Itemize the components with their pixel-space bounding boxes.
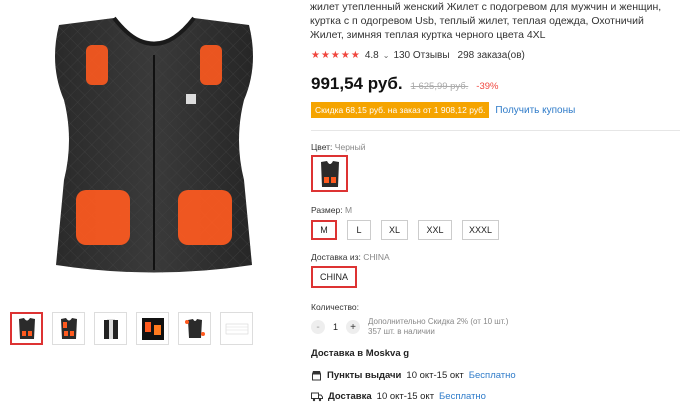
- old-price: 1 625,99 руб.: [410, 81, 469, 92]
- ship-label: Доставка из:: [311, 252, 361, 262]
- size-option-xl[interactable]: XL: [381, 220, 408, 240]
- size-value: M: [344, 205, 353, 215]
- color-option-black[interactable]: [311, 155, 348, 192]
- bulk-discount-note: Дополнительно Скидка 2% (от 10 шт.): [368, 317, 509, 326]
- pickup-price: Бесплатно: [468, 370, 516, 381]
- quantity-label: Количество:: [311, 302, 360, 312]
- thumbnail-2[interactable]: [52, 312, 85, 345]
- discount-badge: -39%: [476, 81, 499, 92]
- color-label-row: Цвет: Черный: [311, 142, 365, 152]
- star-rating-icon: ★★★★★: [311, 50, 361, 61]
- thumbnail-4[interactable]: [136, 312, 169, 345]
- store-icon: [312, 371, 321, 381]
- truck-icon: [311, 392, 323, 401]
- quantity-value[interactable]: 1: [333, 322, 338, 332]
- size-chart-thumb-icon: [225, 323, 248, 334]
- heat-glow-thumb-icon: [141, 317, 164, 340]
- size-option-xxxl[interactable]: XXXL: [462, 220, 499, 240]
- quantity-minus-button[interactable]: -: [311, 320, 325, 334]
- rating-row: ★★★★★ 4.8 ⌄ 130 Отзывы 298 заказа(ов): [311, 50, 525, 61]
- delivery-dates: 10 окт-15 окт: [376, 391, 435, 402]
- color-value: Черный: [334, 142, 366, 152]
- get-coupons-link[interactable]: Получить купоны: [495, 105, 575, 116]
- delivery-row: Доставка 10 окт-15 окт Бесплатно: [311, 391, 486, 402]
- color-label: Цвет:: [311, 142, 333, 152]
- pickup-row: Пункты выдачи 10 окт-15 окт Бесплатно: [311, 370, 516, 381]
- thumbnail-strip: [10, 312, 253, 345]
- quantity-plus-button[interactable]: +: [346, 320, 361, 334]
- size-label-row: Размер: M: [311, 205, 352, 215]
- orders-count: 298 заказа(ов): [457, 50, 525, 61]
- coupon-badge: Скидка 68,15 руб. на заказ от 1 908,12 р…: [311, 102, 490, 118]
- delivery-label: Доставка: [328, 391, 372, 402]
- thumbnail-1[interactable]: [10, 312, 43, 345]
- delivery-title: Доставка в Moskva g: [311, 348, 410, 359]
- product-title: жилет утепленный женский Жилет с подогре…: [310, 1, 662, 41]
- reviews-link[interactable]: 130 Отзывы: [393, 50, 449, 61]
- divider: [311, 130, 680, 131]
- size-option-m[interactable]: M: [311, 220, 337, 240]
- quantity-note: Дополнительно Скидка 2% (от 10 шт.) 357 …: [368, 317, 508, 337]
- ship-label-row: Доставка из: CHINA: [311, 252, 390, 262]
- thumbnail-5[interactable]: [178, 312, 211, 345]
- vest-swatch-icon: [320, 160, 339, 187]
- size-option-l[interactable]: L: [347, 220, 371, 240]
- ship-value: CHINA: [363, 252, 390, 262]
- price-row: 991,54 руб. 1 625,99 руб. -39%: [311, 74, 498, 94]
- vest-detail-thumb-icon: [184, 318, 205, 338]
- worn-vest-thumb-icon: [103, 318, 118, 339]
- thumbnail-3[interactable]: [94, 312, 127, 345]
- rating-value: 4.8: [364, 50, 379, 61]
- vest-thumb-icon: [60, 317, 77, 339]
- size-option-xxl[interactable]: XXL: [418, 220, 452, 240]
- current-price: 991,54 руб.: [311, 74, 403, 93]
- size-options: M L XL XXL XXXL: [311, 220, 499, 240]
- ship-option-china[interactable]: CHINA: [311, 266, 358, 288]
- size-label: Размер:: [311, 205, 343, 215]
- chevron-down-icon[interactable]: ⌄: [383, 51, 390, 60]
- heated-vest-illustration: [55, 16, 253, 273]
- vest-thumb-icon: [18, 317, 35, 339]
- main-product-image[interactable]: [14, 10, 294, 285]
- coupon-row: Скидка 68,15 руб. на заказ от 1 908,12 р…: [311, 102, 575, 118]
- pickup-label: Пункты выдачи: [327, 370, 402, 381]
- thumbnail-6[interactable]: [220, 312, 253, 345]
- delivery-price: Бесплатно: [439, 391, 486, 402]
- pickup-dates: 10 окт-15 окт: [406, 370, 464, 381]
- stock-note: 357 шт. в наличии: [368, 327, 435, 336]
- quantity-stepper: - 1 + Дополнительно Скидка 2% (от 10 шт.…: [311, 317, 508, 337]
